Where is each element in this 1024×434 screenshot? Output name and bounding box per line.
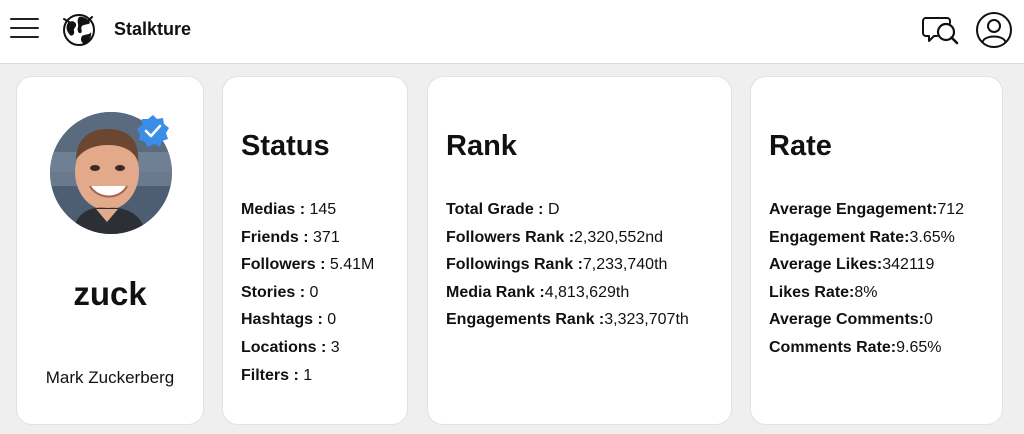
stat-value: 3.65% [909, 228, 955, 246]
stat-label: Engagement Rate: [769, 228, 910, 246]
status-item-followers: Followers : 5.41M [241, 254, 374, 282]
status-item-locations: Locations : 3 [241, 337, 374, 365]
rate-list: Average Engagement:712 Engagement Rate:3… [769, 199, 964, 365]
stat-label: Followers : [241, 256, 330, 274]
stat-label: Likes Rate: [769, 283, 855, 301]
hamburger-menu-icon[interactable] [10, 15, 40, 41]
user-profile-icon[interactable] [975, 11, 1013, 49]
search-chat-icon[interactable] [921, 12, 961, 48]
stat-label: Comments Rate: [769, 338, 897, 356]
profile-card: zuck Mark Zuckerberg [16, 76, 204, 425]
stat-value: 371 [313, 228, 340, 246]
stat-value: 9.65% [896, 338, 942, 356]
stat-label: Stories : [241, 283, 310, 301]
stat-label: Medias : [241, 201, 310, 218]
profile-full-name: Mark Zuckerberg [45, 368, 175, 387]
stat-label: Average Comments: [769, 311, 925, 329]
stat-value: 3 [330, 338, 340, 356]
status-item-friends: Friends : 371 [241, 227, 374, 255]
rank-item-media-rank: Media Rank :4,813,629th [446, 282, 689, 310]
rate-card: Rate Average Engagement:712 Engagement R… [750, 76, 1003, 425]
stat-label: Media Rank : [446, 283, 545, 301]
brand-name[interactable]: Stalkture [114, 19, 191, 40]
stat-value: 8% [854, 283, 878, 301]
status-item-stories: Stories : 0 [241, 282, 374, 310]
rate-item-likes-rate: Likes Rate:8% [769, 282, 964, 310]
stat-value: 145 [309, 201, 337, 218]
rate-title: Rate [769, 130, 832, 162]
stat-value: D [547, 201, 560, 218]
stat-value: 342119 [882, 256, 935, 274]
stat-value: 7,233,740th [582, 256, 668, 274]
verified-badge-icon [137, 115, 169, 147]
stat-value: 3,323,707th [604, 311, 689, 329]
rank-item-followers-rank: Followers Rank :2,320,552nd [446, 227, 689, 255]
stat-label: Engagements Rank : [446, 311, 605, 329]
stat-label: Filters : [241, 366, 304, 384]
stat-label: Followings Rank : [446, 256, 583, 274]
stat-value: 1 [303, 366, 313, 384]
rate-item-engagement-rate: Engagement Rate:3.65% [769, 227, 964, 255]
rate-item-average-engagement: Average Engagement:712 [769, 199, 964, 227]
stat-label: Average Likes: [769, 256, 883, 274]
stat-value: 712 [937, 201, 965, 218]
rank-list: Total Grade : D Followers Rank :2,320,55… [446, 199, 689, 337]
stat-value: 4,813,629th [544, 283, 630, 301]
status-card: Status Medias : 145 Friends : 371 Follow… [222, 76, 408, 425]
stat-label: Total Grade : [446, 201, 548, 218]
stat-value: 0 [309, 283, 319, 301]
status-list: Medias : 145 Friends : 371 Followers : 5… [241, 199, 374, 392]
profile-username: zuck [73, 275, 147, 312]
rank-card: Rank Total Grade : D Followers Rank :2,3… [427, 76, 732, 425]
stat-label: Locations : [241, 338, 331, 356]
status-item-medias: Medias : 145 [241, 199, 374, 227]
rate-item-average-comments: Average Comments:0 [769, 309, 964, 337]
stat-value: 2,320,552nd [574, 228, 664, 246]
stat-label: Hashtags : [241, 311, 328, 329]
status-item-filters: Filters : 1 [241, 365, 374, 393]
stat-label: Average Engagement: [769, 201, 938, 218]
rank-title: Rank [446, 130, 517, 162]
rate-item-average-likes: Average Likes:342119 [769, 254, 964, 282]
status-item-hashtags: Hashtags : 0 [241, 309, 374, 337]
status-title: Status [241, 130, 330, 162]
stat-label: Friends : [241, 228, 314, 246]
top-bar: Stalkture [0, 0, 1024, 64]
rank-item-followings-rank: Followings Rank :7,233,740th [446, 254, 689, 282]
rate-item-comments-rate: Comments Rate:9.65% [769, 337, 964, 365]
stat-value: 0 [924, 311, 933, 329]
rank-item-engagements-rank: Engagements Rank :3,323,707th [446, 309, 689, 337]
rank-item-total-grade: Total Grade : D [446, 199, 689, 227]
globe-logo-icon[interactable] [62, 13, 96, 47]
stat-value: 5.41M [329, 256, 375, 274]
stat-value: 0 [327, 311, 337, 329]
stat-label: Followers Rank : [446, 228, 575, 246]
